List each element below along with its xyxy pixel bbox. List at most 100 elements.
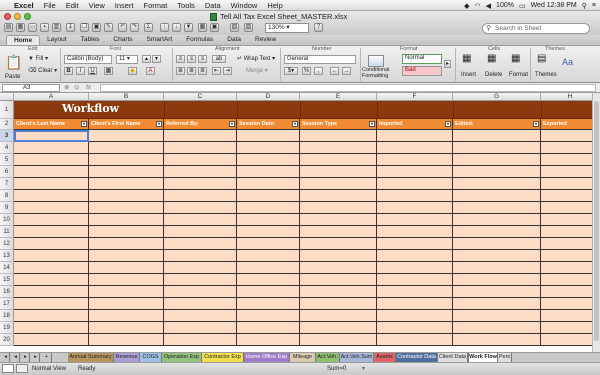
table-cell[interactable] — [164, 298, 237, 310]
table-cell[interactable] — [164, 154, 237, 166]
table-cell[interactable] — [164, 322, 237, 334]
table-cell[interactable] — [300, 178, 377, 190]
font-name-select[interactable]: Calibri (Body) — [64, 55, 112, 64]
tab-review[interactable]: Review — [248, 35, 283, 45]
table-cell[interactable] — [453, 334, 541, 346]
align-left-icon[interactable]: ≣ — [176, 67, 185, 75]
align-middle-icon[interactable]: ≡ — [187, 55, 196, 63]
table-cell[interactable] — [453, 178, 541, 190]
table-cell[interactable] — [164, 190, 237, 202]
menu-app[interactable]: Excel — [14, 1, 34, 10]
table-cell[interactable] — [14, 226, 89, 238]
table-cell[interactable] — [89, 286, 164, 298]
styles-more-icon[interactable]: ▸ — [444, 60, 451, 68]
table-cell[interactable] — [237, 178, 300, 190]
table-cell[interactable] — [89, 238, 164, 250]
table-cell[interactable] — [164, 334, 237, 346]
table-cell[interactable] — [300, 154, 377, 166]
column-header-a[interactable]: A — [14, 93, 89, 101]
table-cell[interactable] — [377, 166, 453, 178]
confirm-formula-icon[interactable]: ⊙ — [74, 83, 79, 93]
table-cell[interactable] — [237, 298, 300, 310]
row-header-2[interactable]: 2 — [0, 119, 14, 130]
column-header-g[interactable]: G — [453, 93, 541, 101]
new-doc-icon[interactable]: ▤ — [4, 23, 13, 32]
sheet-tab[interactable]: Revenue — [114, 353, 140, 362]
sum-dropdown-icon[interactable]: ▾ — [362, 364, 365, 375]
import-icon[interactable]: ↧ — [66, 23, 75, 32]
font-grow-icon[interactable]: ▴ — [142, 55, 151, 63]
table-cell[interactable] — [377, 334, 453, 346]
last-sheet-icon[interactable]: ▸ — [32, 353, 40, 362]
table-cell[interactable] — [453, 226, 541, 238]
spreadsheet-grid[interactable]: ABCDEFGH Workflow Client's Last Name ▾ Cli… — [0, 93, 600, 352]
table-cell[interactable] — [377, 130, 453, 142]
merge-button[interactable]: Merge ▾ — [246, 67, 268, 75]
row-header-8[interactable]: 8 — [0, 190, 14, 202]
table-cell[interactable] — [89, 214, 164, 226]
help-icon[interactable]: ? — [314, 23, 323, 32]
prev-sheet-icon[interactable]: ◂ — [12, 353, 20, 362]
row-header-5[interactable]: 5 — [0, 154, 14, 166]
filter-dropdown-icon[interactable]: ▾ — [445, 121, 451, 127]
table-cell[interactable] — [164, 310, 237, 322]
header-cell[interactable]: Session Type ▾ — [300, 119, 377, 130]
format-painter-icon[interactable]: ✎ — [104, 23, 113, 32]
table-cell[interactable] — [164, 262, 237, 274]
table-cell[interactable] — [300, 190, 377, 202]
orientation-icon[interactable]: ab — [212, 55, 226, 63]
select-all-corner[interactable] — [0, 93, 14, 101]
sort-desc-icon[interactable]: ↓ — [172, 23, 181, 32]
undo-icon[interactable]: ↶ — [118, 23, 127, 32]
themes-icon[interactable]: ▤ — [537, 54, 546, 64]
table-cell[interactable] — [300, 262, 377, 274]
filter-dropdown-icon[interactable]: ▾ — [292, 121, 298, 127]
table-cell[interactable] — [300, 214, 377, 226]
table-cell[interactable] — [453, 214, 541, 226]
row-header-19[interactable]: 19 — [0, 322, 14, 334]
table-cell[interactable] — [164, 142, 237, 154]
row-header-6[interactable]: 6 — [0, 166, 14, 178]
menu-format[interactable]: Format — [144, 1, 168, 10]
fill-button[interactable]: ▼ Fill ▾ — [28, 55, 48, 63]
gallery-icon[interactable]: ▦ — [198, 23, 207, 32]
row-header-12[interactable]: 12 — [0, 238, 14, 250]
media-icon[interactable]: ▧ — [230, 23, 239, 32]
table-cell[interactable] — [453, 250, 541, 262]
templates-icon[interactable]: ▦ — [16, 23, 25, 32]
autosum-icon[interactable]: Σ — [144, 23, 153, 32]
zoom-window-icon[interactable] — [24, 13, 31, 20]
formula-input[interactable] — [100, 84, 596, 92]
align-bottom-icon[interactable]: ≡ — [198, 55, 207, 63]
row-header-16[interactable]: 16 — [0, 286, 14, 298]
table-cell[interactable] — [164, 166, 237, 178]
tab-charts[interactable]: Charts — [106, 35, 139, 45]
zoom-select[interactable]: 130% ▾ — [265, 23, 309, 33]
tab-tables[interactable]: Tables — [74, 35, 107, 45]
next-sheet-icon[interactable]: ▸ — [22, 353, 30, 362]
name-box[interactable]: A3 — [2, 84, 60, 92]
table-cell[interactable] — [14, 322, 89, 334]
table-cell[interactable] — [377, 274, 453, 286]
fill-color-icon[interactable]: ◆ — [128, 67, 137, 75]
table-cell[interactable] — [89, 250, 164, 262]
delete-cells-icon[interactable]: ▦ — [487, 54, 496, 64]
underline-button[interactable]: U — [88, 67, 97, 75]
menu-tools[interactable]: Tools — [177, 1, 195, 10]
table-cell[interactable] — [237, 238, 300, 250]
table-cell[interactable] — [453, 238, 541, 250]
menu-view[interactable]: View — [89, 1, 105, 10]
table-cell[interactable] — [377, 154, 453, 166]
filter-dropdown-icon[interactable]: ▾ — [369, 121, 375, 127]
menu-help[interactable]: Help — [267, 1, 282, 10]
align-center-icon[interactable]: ≣ — [187, 67, 196, 75]
tab-formulas[interactable]: Formulas — [179, 35, 220, 45]
sheet-tab[interactable]: Operation Exp — [162, 353, 202, 362]
table-cell[interactable] — [89, 166, 164, 178]
table-cell[interactable] — [377, 214, 453, 226]
function-button[interactable]: fx — [86, 83, 91, 93]
currency-icon[interactable]: $▾ — [284, 67, 298, 75]
increase-decimal-icon[interactable]: → — [342, 67, 351, 75]
battery-icon[interactable]: ▭ — [519, 2, 526, 10]
header-cell[interactable]: Client's First Name ▾ — [89, 119, 164, 130]
